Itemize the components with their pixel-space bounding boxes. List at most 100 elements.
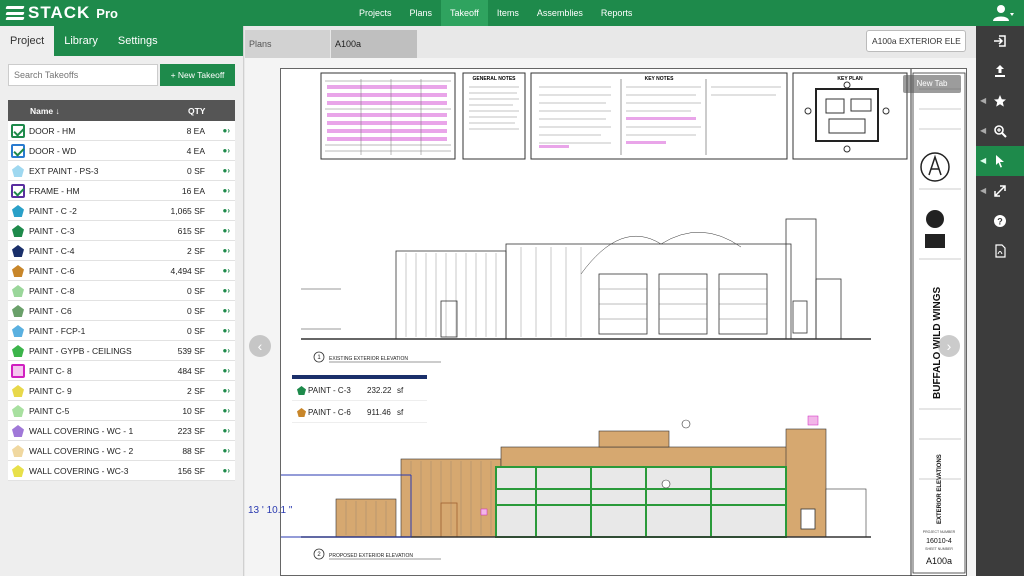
tab-settings[interactable]: Settings (108, 26, 168, 56)
square-icon[interactable] (11, 364, 25, 378)
open-takeoff-icon[interactable]: ●› (223, 406, 231, 415)
open-takeoff-icon[interactable]: ●› (223, 186, 231, 195)
right-toolbar: ◀ ◀ ◀ ◀ ? (976, 26, 1024, 576)
nav-items[interactable]: Items (488, 0, 528, 26)
drawing-canvas[interactable]: GENERAL NOTES KEY NOTES KEY PLAN BUFFALO… (245, 58, 976, 576)
open-takeoff-icon[interactable]: ●› (223, 266, 231, 275)
column-qty-header[interactable]: QTY (188, 106, 205, 116)
checkbox-checked-icon[interactable] (11, 124, 25, 138)
sheet-select[interactable]: A100a EXTERIOR ELE ↕ (866, 30, 966, 66)
takeoff-row[interactable]: DOOR - WD 4 EA ●› (8, 141, 235, 161)
takeoff-name: PAINT - C-3 (29, 226, 75, 236)
takeoff-row[interactable]: PAINT - C6 0 SF ●› (8, 301, 235, 321)
takeoff-qty: 0 SF (187, 166, 205, 176)
open-takeoff-icon[interactable]: ●› (223, 386, 231, 395)
user-menu-icon[interactable] (992, 4, 1014, 22)
checkbox-checked-icon[interactable] (11, 184, 25, 198)
open-takeoff-icon[interactable]: ●› (223, 326, 231, 335)
takeoff-row[interactable]: WALL COVERING - WC - 1 223 SF ●› (8, 421, 235, 441)
open-takeoff-icon[interactable]: ●› (223, 286, 231, 295)
key-notes-title: KEY NOTES (645, 76, 674, 82)
pentagon-icon[interactable] (11, 344, 25, 358)
takeoff-row[interactable]: WALL COVERING - WC - 2 88 SF ●› (8, 441, 235, 461)
open-takeoff-icon[interactable]: ●› (223, 226, 231, 235)
open-takeoff-icon[interactable]: ●› (223, 166, 231, 175)
takeoff-row[interactable]: PAINT - C-3 615 SF ●› (8, 221, 235, 241)
open-takeoff-icon[interactable]: ●› (223, 426, 231, 435)
takeoff-summary-popup: PAINT - C-3 232.22 sf PAINT - C-6 911.46… (292, 375, 427, 433)
pentagon-icon[interactable] (11, 264, 25, 278)
tab-library[interactable]: Library (54, 26, 108, 56)
pentagon-icon[interactable] (11, 284, 25, 298)
pentagon-shape (12, 205, 24, 217)
existing-elevation (301, 218, 871, 363)
pentagon-icon[interactable] (11, 244, 25, 258)
pentagon-icon[interactable] (11, 204, 25, 218)
upload-icon[interactable] (976, 56, 1024, 86)
takeoff-row[interactable]: PAINT - C-6 4,494 SF ●› (8, 261, 235, 281)
open-takeoff-icon[interactable]: ●› (223, 446, 231, 455)
open-takeoff-icon[interactable]: ●› (223, 126, 231, 135)
pentagon-icon[interactable] (11, 444, 25, 458)
open-takeoff-icon[interactable]: ●› (223, 146, 231, 155)
takeoff-row[interactable]: FRAME - HM 16 EA ●› (8, 181, 235, 201)
takeoff-row[interactable]: PAINT - GYPB - CEILINGS 539 SF ●› (8, 341, 235, 361)
star-icon[interactable]: ◀ (976, 86, 1024, 116)
zoom-icon[interactable]: ◀ (976, 116, 1024, 146)
new-takeoff-button[interactable]: + New Takeoff (160, 64, 235, 86)
takeoff-qty: 88 SF (182, 446, 205, 456)
nav-takeoff[interactable]: Takeoff (441, 0, 488, 26)
pentagon-icon[interactable] (11, 404, 25, 418)
tab-sheet-a100a[interactable]: A100a EXTERIOR× (331, 30, 417, 77)
app-logo[interactable]: STACK Pro (5, 3, 118, 23)
nav-assemblies[interactable]: Assemblies (528, 0, 592, 26)
prev-sheet-arrow-icon[interactable]: ‹ (249, 335, 271, 357)
pentagon-icon[interactable] (11, 324, 25, 338)
key-notes: KEY NOTES (530, 72, 788, 160)
tab-project[interactable]: Project (0, 26, 55, 56)
takeoff-row[interactable]: PAINT - C-4 2 SF ●› (8, 241, 235, 261)
takeoff-row[interactable]: PAINT - C-8 0 SF ●› (8, 281, 235, 301)
open-takeoff-icon[interactable]: ●› (223, 246, 231, 255)
takeoff-name: PAINT - FCP-1 (29, 326, 86, 336)
viewer-tab-bar: Plans A100a EXTERIOR× A100a EXTERIOR ELE… (245, 26, 976, 77)
pentagon-icon[interactable] (11, 384, 25, 398)
takeoff-row[interactable]: PAINT - FCP-1 0 SF ●› (8, 321, 235, 341)
column-name-header[interactable]: Name ↓ (30, 106, 60, 116)
nav-plans[interactable]: Plans (401, 0, 442, 26)
pentagon-icon[interactable] (11, 164, 25, 178)
exit-icon[interactable] (976, 26, 1024, 56)
nav-reports[interactable]: Reports (592, 0, 642, 26)
elevation-2-number: 2 (317, 552, 321, 558)
search-takeoffs-input[interactable] (8, 64, 158, 86)
nav-projects[interactable]: Projects (350, 0, 401, 26)
help-icon[interactable]: ? (976, 206, 1024, 236)
takeoff-qty: 0 SF (187, 286, 205, 296)
takeoff-row[interactable]: WALL COVERING - WC-3 156 SF ●› (8, 461, 235, 481)
pentagon-icon[interactable] (11, 224, 25, 238)
takeoff-row[interactable]: DOOR - HM 8 EA ●› (8, 121, 235, 141)
pentagon-icon[interactable] (11, 464, 25, 478)
open-takeoff-icon[interactable]: ●› (223, 206, 231, 215)
tab-plans[interactable]: Plans (245, 30, 330, 58)
pentagon-shape (12, 265, 24, 277)
new-tab-button[interactable]: New Tab (903, 75, 961, 93)
takeoff-row[interactable]: EXT PAINT - PS-3 0 SF ●› (8, 161, 235, 181)
summary-row[interactable]: PAINT - C-3 232.22 sf (292, 379, 427, 401)
next-sheet-arrow-icon[interactable]: › (938, 335, 960, 357)
open-takeoff-icon[interactable]: ●› (223, 306, 231, 315)
takeoff-row[interactable]: PAINT C- 9 2 SF ●› (8, 381, 235, 401)
open-takeoff-icon[interactable]: ●› (223, 346, 231, 355)
pentagon-icon[interactable] (11, 304, 25, 318)
open-takeoff-icon[interactable]: ●› (223, 466, 231, 475)
takeoff-row[interactable]: PAINT C- 8 484 SF ●› (8, 361, 235, 381)
pdf-icon[interactable] (976, 236, 1024, 266)
takeoff-row[interactable]: PAINT - C -2 1,065 SF ●› (8, 201, 235, 221)
cursor-icon[interactable]: ◀ (976, 146, 1024, 176)
checkbox-checked-icon[interactable] (11, 144, 25, 158)
expand-icon[interactable]: ◀ (976, 176, 1024, 206)
summary-row[interactable]: PAINT - C-6 911.46 sf (292, 401, 427, 423)
open-takeoff-icon[interactable]: ●› (223, 366, 231, 375)
takeoff-row[interactable]: PAINT C-5 10 SF ●› (8, 401, 235, 421)
pentagon-icon[interactable] (11, 424, 25, 438)
